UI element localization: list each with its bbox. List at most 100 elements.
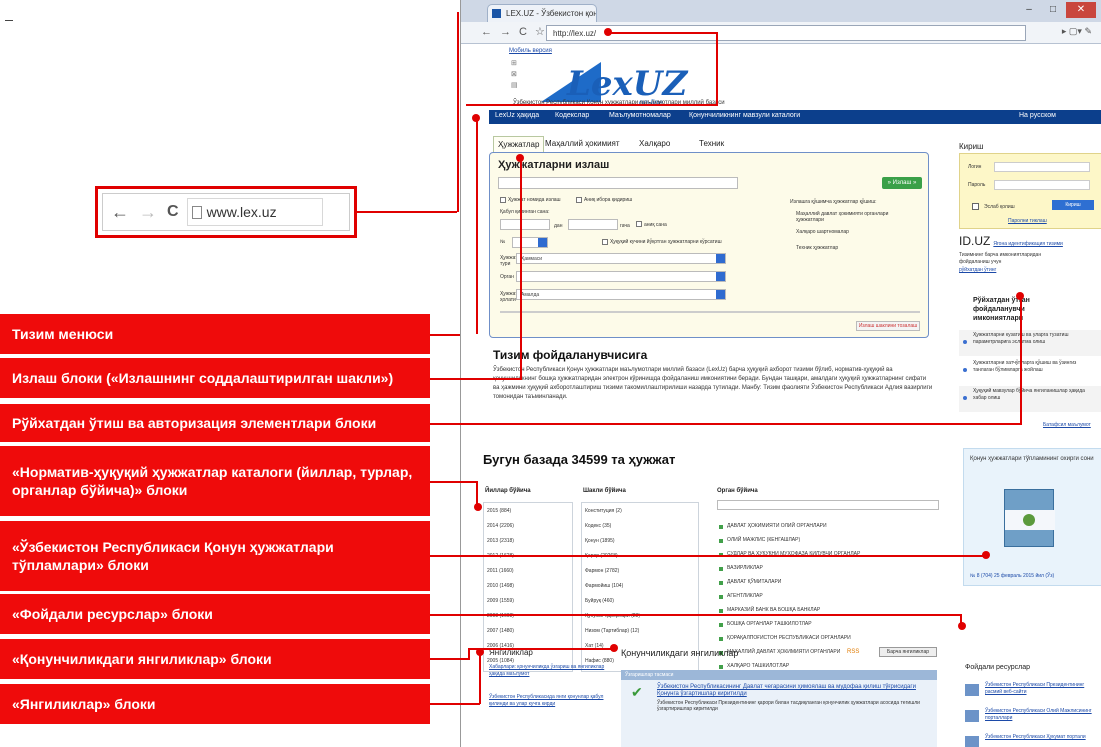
year-item[interactable]: 2010 (1498)	[487, 583, 514, 589]
annotation-dot	[982, 551, 990, 559]
law-collection-cover[interactable]	[1004, 489, 1055, 547]
emblem-icon	[1023, 514, 1035, 526]
mobile-version-link[interactable]: Мобиль версия	[509, 48, 552, 54]
law-collection-link[interactable]: № 8 (704) 25 февраль 2015 йил (Ўз)	[970, 573, 1054, 579]
clear-search-button[interactable]: Излаш шаклини тозалаш	[856, 321, 920, 331]
checkbox-repealed[interactable]	[602, 239, 608, 245]
menu-item-about[interactable]: LexUz ҳақида	[495, 112, 539, 119]
menu-icons[interactable]: ▸ ▢▾ ✎	[1062, 26, 1092, 37]
menu-item-russian[interactable]: На русском	[1019, 112, 1056, 119]
checkbox-exact-date[interactable]	[636, 221, 642, 227]
annotation-label-news: «Янгиликлар» блоки	[0, 684, 430, 724]
id-uz-text: Тизимнинг барча имкониятларидан фойдалан…	[959, 252, 1042, 265]
year-item[interactable]: 2013 (2318)	[487, 538, 514, 544]
more-info-link[interactable]: Батафсил маълумот	[1043, 422, 1091, 429]
organ-item[interactable]: ВАЗИРЛИКЛАР	[727, 565, 763, 571]
organ-select[interactable]	[516, 271, 726, 282]
minimize-icon[interactable]: –	[1018, 2, 1040, 18]
resource-link[interactable]: Ўзбекистон Республикаси Президентининг р…	[985, 682, 1097, 696]
register-link[interactable]: рўйхатдан ўтинг	[959, 267, 996, 274]
extra-docs-title: Излашга қўшимча ҳужжатлар қўшиш:	[790, 199, 877, 205]
tab-local-government[interactable]: Маҳаллий ҳокимият	[545, 139, 620, 148]
connector-line	[430, 658, 470, 660]
menu-item-catalog[interactable]: Қонунчиликнинг мавзули каталоги	[689, 112, 800, 119]
login-button[interactable]: Кириш	[1052, 200, 1094, 210]
search-title: Ҳужжатларни излаш	[498, 159, 610, 171]
news-headline[interactable]: Ўзбекистон Республикасининг Давлат чегар…	[657, 684, 933, 698]
checkbox-title-only[interactable]	[500, 197, 506, 203]
all-news-button[interactable]: Барча янгиликлар	[879, 647, 937, 657]
year-item[interactable]: 2014 (2206)	[487, 523, 514, 529]
organ-item[interactable]: ОЛИЙ МАЖЛИС (КЕНГАШЛАР)	[727, 537, 800, 543]
tab-international[interactable]: Халқаро	[639, 139, 670, 148]
connector-line	[468, 648, 614, 650]
year-item[interactable]: 2015 (884)	[487, 508, 511, 514]
page-icon	[191, 205, 202, 219]
main-menu: LexUz ҳақида Кодекслар Маълумотномалар Қ…	[489, 110, 1101, 124]
news-feed-bar: Ўзгаришлар тасмаси	[621, 670, 937, 680]
search-button[interactable]: » Излаш »	[882, 177, 922, 189]
menu-item-references[interactable]: Маълумотномалар	[609, 112, 671, 119]
forward-icon[interactable]: →	[500, 26, 519, 38]
type-item[interactable]: Низом (Тартиблар) (12)	[585, 628, 639, 634]
bullet-icon	[963, 340, 967, 344]
menu-item-codes[interactable]: Кодекслар	[555, 112, 589, 119]
extra-link-technical[interactable]: Техник ҳужжатлар	[796, 245, 838, 251]
extra-link-international[interactable]: Халқаро шартномалар	[796, 229, 849, 235]
forgot-password-link[interactable]: Паролни тиклаш	[1008, 218, 1047, 224]
organ-item[interactable]: АГЕНТЛИКЛАР	[727, 593, 763, 599]
number-input[interactable]	[512, 237, 548, 248]
browser-tab[interactable]: LEX.UZ - Ўзбекистон қон...	[487, 4, 597, 22]
organ-item[interactable]: ҚОРАҚАЛПОҒИСТОН РЕСПУБЛИКАСИ ОРГАНЛАРИ	[727, 635, 851, 641]
type-item[interactable]: Конституция (2)	[585, 508, 622, 514]
organ-filter-input[interactable]	[717, 500, 939, 510]
news-link[interactable]: Хабарлари: қонунчиликда ўзгариш ва янгил…	[489, 664, 607, 678]
checkbox-exact[interactable]	[576, 197, 582, 203]
id-uz-sub[interactable]: Ягона идентификация тизими	[993, 241, 1063, 247]
type-item[interactable]: Қонун (1895)	[585, 538, 615, 544]
type-item[interactable]: Буйруқ (460)	[585, 598, 614, 604]
status-select[interactable]: Амалда	[516, 289, 726, 300]
year-item[interactable]: 2011 (1660)	[487, 568, 514, 574]
tab-technical[interactable]: Техник	[699, 139, 724, 148]
type-item[interactable]: Фармон (2782)	[585, 568, 619, 574]
welcome-title: Тизим фойдаланувчисига	[493, 348, 648, 362]
annotation-dot	[958, 622, 966, 630]
bullet-icon	[963, 368, 967, 372]
password-input[interactable]	[994, 180, 1090, 190]
resource-item[interactable]: Ўзбекистон Республикаси Президентининг р…	[965, 682, 1101, 702]
organ-item[interactable]: БОШҚА ОРГАНЛАР ТАШКИЛОТЛАР	[727, 621, 812, 627]
extra-link-local[interactable]: Маҳаллий давлат ҳокимияти органлари ҳужж…	[796, 211, 916, 223]
date-to-input[interactable]	[568, 219, 618, 230]
type-item[interactable]: Кодекс (35)	[585, 523, 611, 529]
tab-documents[interactable]: Ҳужжатлар	[493, 136, 545, 152]
password-label: Пароль	[968, 182, 986, 188]
news-link[interactable]: Ўзбекистон Республикасида янги қонунлар …	[489, 694, 607, 708]
resource-link[interactable]: Ўзбекистон Республикаси Олий Мажлисининг…	[985, 708, 1097, 722]
resource-item[interactable]: Ўзбекистон Республикаси Ҳукумат портали	[965, 734, 1101, 747]
login-input[interactable]	[994, 162, 1090, 172]
slider-track[interactable]	[500, 311, 920, 313]
doc-type-select[interactable]: Ҳаммаси	[516, 253, 726, 264]
maximize-icon[interactable]: □	[1042, 2, 1064, 18]
resource-link[interactable]: Ўзбекистон Республикаси Ҳукумат портали	[985, 734, 1097, 741]
year-item[interactable]: 2009 (1559)	[487, 598, 514, 604]
remember-checkbox[interactable]	[972, 203, 979, 210]
search-input[interactable]	[498, 177, 738, 189]
close-icon[interactable]: ✕	[1066, 2, 1096, 18]
number-label: №	[500, 239, 506, 245]
law-collection-title: Қонун ҳужжатлари тўпламининг охирги сони	[970, 456, 1094, 462]
organ-item[interactable]: ДАВЛАТ ҚЎМИТАЛАРИ	[727, 579, 781, 585]
type-item[interactable]: Фармойиш (104)	[585, 583, 623, 589]
feature-item: Ҳужжатларни кузатиш ва уларга тузатиш па…	[973, 332, 1069, 345]
from-label: дан	[554, 223, 563, 229]
date-from-input[interactable]	[500, 219, 550, 230]
year-item[interactable]: 2007 (1480)	[487, 628, 514, 634]
reload-icon[interactable]: C	[519, 26, 535, 38]
resource-item[interactable]: Ўзбекистон Республикаси Олий Мажлисининг…	[965, 708, 1101, 728]
registered-features-title: Рўйхатдан ўтган фойдаланувчи имкониятлар…	[973, 297, 1030, 322]
rss-link[interactable]: RSS	[847, 649, 859, 655]
organ-item[interactable]: ДАВЛАТ ҲОКИМИЯТИ ОЛИЙ ОРГАНЛАРИ	[727, 523, 827, 529]
back-icon[interactable]: ←	[481, 26, 500, 38]
organ-item[interactable]: МАРКАЗИЙ БАНК ВА БОШҚА БАНКЛАР	[727, 607, 820, 613]
